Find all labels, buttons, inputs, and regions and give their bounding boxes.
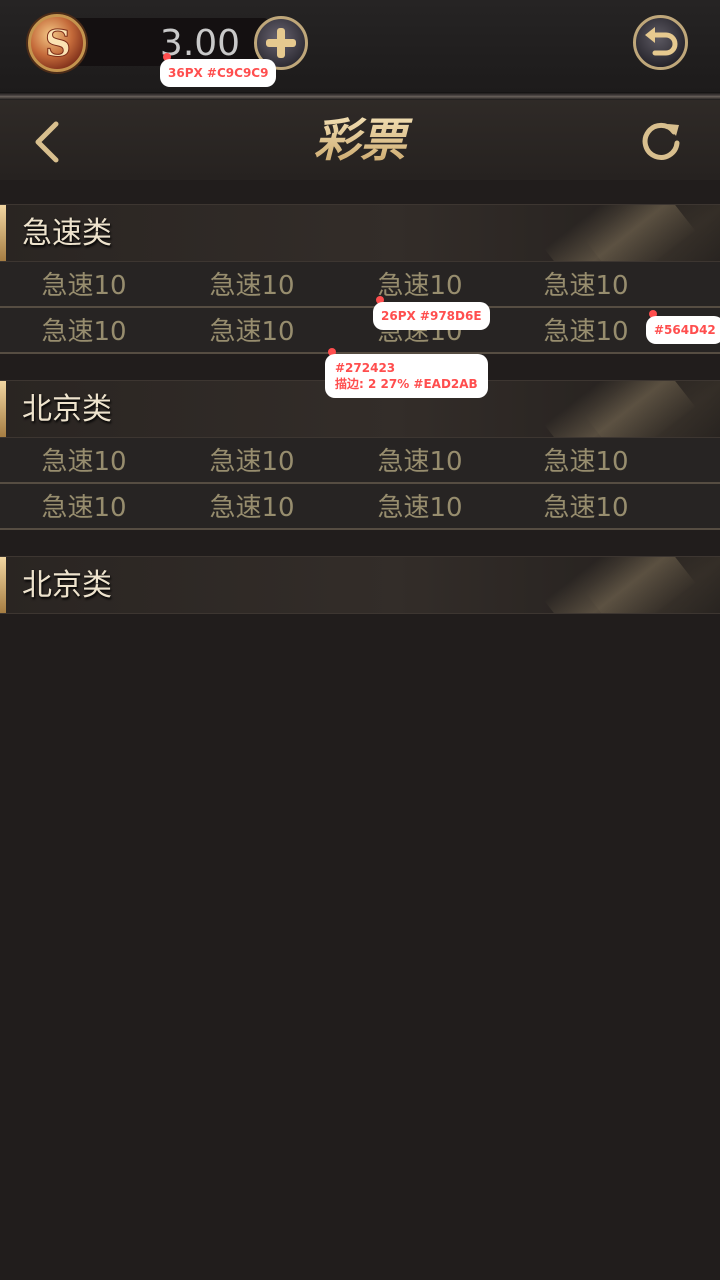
lottery-item[interactable]: 急速10 — [162, 308, 342, 352]
top-bar: S 3.00 — [0, 0, 720, 92]
lottery-item[interactable]: 急速10 — [496, 262, 676, 306]
annotation-line: 描边: 2 27% #EAD2AB — [335, 377, 478, 391]
lottery-section: 北京类 急速10 急速10 急速10 急速10 急速10 急速10 急速10 急… — [0, 380, 720, 530]
lottery-item[interactable]: 急速10 — [0, 484, 174, 528]
lottery-item[interactable]: 急速10 — [330, 438, 510, 482]
s-coin-icon: S — [28, 14, 86, 72]
section-title: 北京类 — [22, 568, 112, 603]
lottery-row: 急速10 急速10 急速10 急速10 — [0, 308, 720, 354]
section-accent-bar — [0, 205, 6, 261]
lottery-item[interactable]: 急速10 — [496, 438, 676, 482]
annotation-label: 26PX #978D6E — [373, 302, 490, 330]
lottery-item[interactable]: 急速10 — [162, 484, 342, 528]
annotation-label: 36PX #C9C9C9 — [160, 59, 277, 87]
lottery-item[interactable]: 急速10 — [162, 438, 342, 482]
annotation-line: #272423 — [335, 361, 396, 375]
lottery-item[interactable]: 急速10 — [0, 438, 174, 482]
refresh-icon — [642, 122, 680, 160]
refresh-button[interactable] — [638, 118, 684, 164]
lottery-item[interactable]: 急速10 — [330, 484, 510, 528]
svg-text:S: S — [45, 23, 71, 63]
section-title: 北京类 — [22, 392, 112, 427]
topbar-divider — [0, 92, 720, 100]
lottery-item[interactable]: 急速10 — [162, 262, 342, 306]
lottery-section: 北京类 — [0, 556, 720, 614]
page-title: 彩票 — [0, 108, 720, 172]
annotation-label: #564D42 — [646, 316, 720, 344]
annotation-label: #272423 描边: 2 27% #EAD2AB — [325, 354, 488, 398]
lottery-item[interactable]: 急速10 — [496, 484, 676, 528]
lottery-section: 急速类 急速10 急速10 急速10 急速10 急速10 急速10 急速10 急… — [0, 204, 720, 354]
lottery-item[interactable]: 急速10 — [330, 262, 510, 306]
lottery-item[interactable]: 急速10 — [0, 308, 174, 352]
section-header: 急速类 — [0, 204, 720, 262]
page-header: 彩票 — [0, 100, 720, 180]
return-button[interactable] — [633, 15, 688, 70]
lottery-row: 急速10 急速10 急速10 急速10 — [0, 438, 720, 484]
lottery-row: 急速10 急速10 急速10 急速10 — [0, 262, 720, 308]
lottery-item[interactable]: 急速10 — [0, 262, 174, 306]
lottery-row: 急速10 急速10 急速10 急速10 — [0, 484, 720, 530]
return-icon — [645, 27, 678, 56]
section-title: 急速类 — [22, 216, 112, 251]
section-accent-bar — [0, 557, 6, 613]
section-accent-bar — [0, 381, 6, 437]
section-header: 北京类 — [0, 556, 720, 614]
